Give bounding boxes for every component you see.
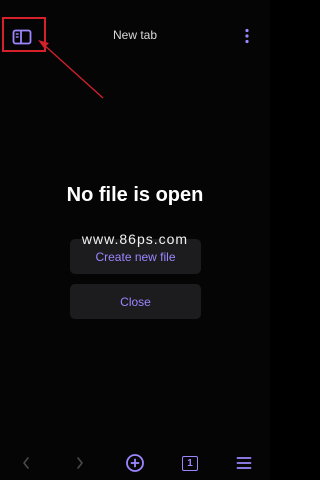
vertical-dots-icon bbox=[245, 28, 249, 44]
app-screen: New tab No file is open Create new file … bbox=[0, 0, 270, 480]
main-menu-button[interactable] bbox=[233, 453, 255, 473]
close-button[interactable]: Close bbox=[70, 284, 201, 319]
back-button[interactable] bbox=[15, 453, 37, 473]
plus-circle-icon bbox=[126, 454, 144, 472]
hamburger-icon bbox=[236, 457, 252, 469]
tab-switcher-button[interactable]: 1 bbox=[179, 453, 201, 473]
close-label: Close bbox=[120, 294, 151, 309]
tab-title: New tab bbox=[112, 28, 158, 42]
sidebar-toggle-icon bbox=[12, 29, 32, 45]
sidebar-toggle-button[interactable] bbox=[11, 27, 33, 47]
chevron-left-icon bbox=[23, 457, 29, 469]
chevron-right-icon bbox=[77, 457, 83, 469]
new-tab-button[interactable] bbox=[124, 453, 146, 473]
create-new-file-label: Create new file bbox=[95, 249, 176, 264]
forward-button[interactable] bbox=[69, 453, 91, 473]
top-bar: New tab bbox=[0, 0, 270, 72]
tab-count-badge: 1 bbox=[182, 455, 198, 471]
bottom-bar: 1 bbox=[0, 445, 270, 480]
more-options-button[interactable] bbox=[240, 26, 254, 46]
empty-state-title: No file is open bbox=[66, 184, 204, 206]
watermark: www.86ps.com bbox=[81, 231, 189, 247]
